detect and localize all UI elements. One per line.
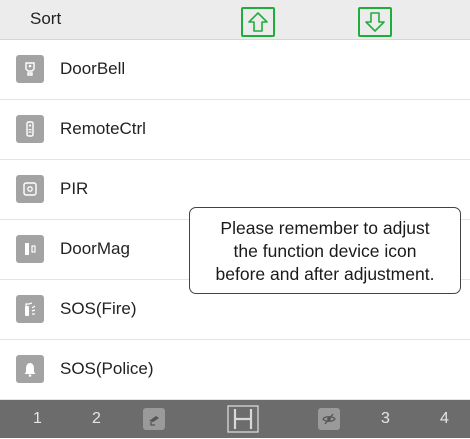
- note-line-1: Please remember to adjust: [220, 218, 430, 238]
- device-label: DoorBell: [60, 59, 126, 78]
- eye-hidden-icon: [322, 413, 336, 425]
- police-bell-icon: [16, 355, 44, 383]
- door-magnet-icon: [16, 235, 44, 263]
- home-frame-icon: [227, 405, 259, 433]
- device-row-doorbell[interactable]: DoorBell: [0, 40, 470, 100]
- camera-button[interactable]: [143, 408, 165, 430]
- device-label: SOS(Police): [60, 359, 154, 378]
- adjustment-reminder-note: Please remember to adjust the function d…: [189, 207, 461, 294]
- page-button-4[interactable]: 4: [440, 410, 449, 428]
- page-button-1[interactable]: 1: [33, 410, 42, 428]
- doorbell-icon: [16, 55, 44, 83]
- device-label: SOS(Fire): [60, 299, 137, 318]
- remote-control-icon: [16, 115, 44, 143]
- note-line-3: before and after adjustment.: [215, 264, 435, 284]
- arrow-down-icon: [365, 12, 385, 32]
- camera-icon: [149, 416, 159, 426]
- arrow-up-icon: [248, 12, 268, 32]
- device-label: RemoteCtrl: [60, 119, 146, 138]
- page-button-2[interactable]: 2: [92, 410, 101, 428]
- device-row-sos-police[interactable]: SOS(Police): [0, 340, 470, 400]
- bottom-bar: 1 2 3 4: [0, 400, 470, 438]
- page-button-3[interactable]: 3: [381, 410, 390, 428]
- header-bar: Sort: [0, 0, 470, 40]
- page-title: Sort: [30, 9, 62, 28]
- note-line-2: the function device icon: [233, 241, 417, 261]
- device-label: DoorMag: [60, 239, 130, 258]
- pir-sensor-icon: [16, 175, 44, 203]
- move-down-button[interactable]: [358, 7, 392, 37]
- device-label: PIR: [60, 179, 89, 198]
- fire-extinguisher-icon: [16, 295, 44, 323]
- home-frame-button[interactable]: [226, 404, 260, 434]
- visibility-toggle-button[interactable]: [318, 408, 340, 430]
- move-up-button[interactable]: [241, 7, 275, 37]
- device-row-remotectrl[interactable]: RemoteCtrl: [0, 100, 470, 160]
